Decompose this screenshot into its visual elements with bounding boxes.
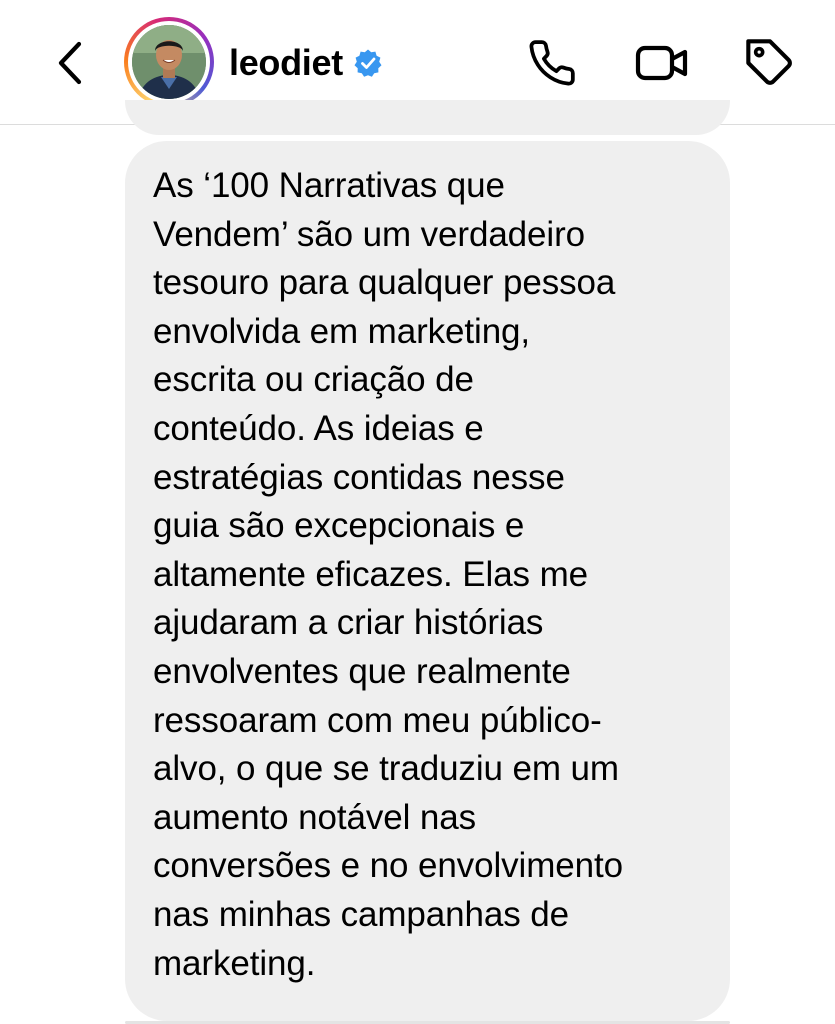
previous-message-bubble bbox=[125, 100, 730, 135]
message-text: As ‘100 Narrativas que Vendem’ são um ve… bbox=[153, 166, 623, 983]
phone-icon bbox=[529, 40, 575, 86]
tag-icon bbox=[746, 39, 792, 85]
tag-button[interactable] bbox=[742, 35, 798, 91]
avatar[interactable] bbox=[132, 25, 206, 99]
verified-badge-icon bbox=[354, 49, 382, 77]
avatar-photo bbox=[132, 25, 206, 99]
audio-call-button[interactable] bbox=[524, 35, 580, 91]
chevron-left-icon bbox=[58, 41, 82, 85]
back-button[interactable] bbox=[50, 38, 90, 88]
video-call-button[interactable] bbox=[634, 35, 690, 91]
story-ring[interactable] bbox=[124, 17, 214, 107]
message-bubble[interactable]: As ‘100 Narrativas que Vendem’ são um ve… bbox=[125, 141, 730, 1021]
profile-link[interactable]: leodiet bbox=[229, 40, 383, 86]
username: leodiet bbox=[229, 42, 343, 83]
video-camera-icon bbox=[635, 45, 688, 81]
